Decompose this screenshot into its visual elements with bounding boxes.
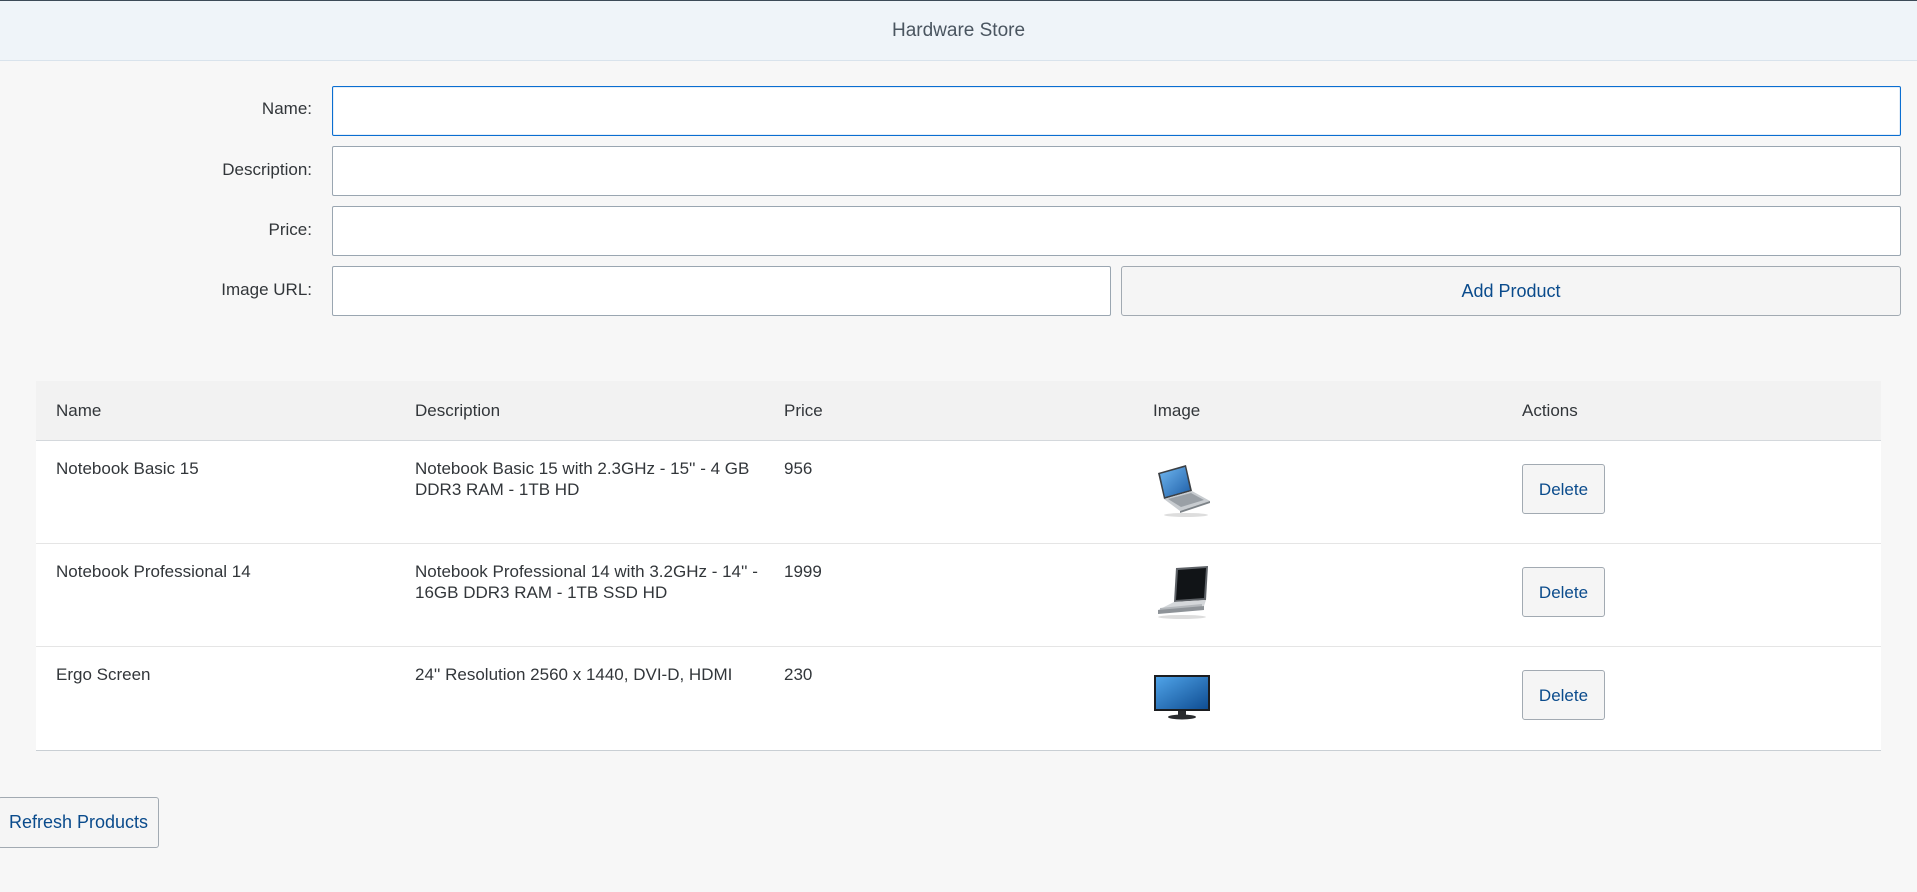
table-row: Notebook Professional 14 Notebook Profes… xyxy=(36,544,1881,647)
refresh-products-button[interactable]: Refresh Products xyxy=(0,797,159,848)
laptop-silver-icon xyxy=(1152,564,1212,620)
column-header-image: Image xyxy=(1153,401,1201,420)
page-title: Hardware Store xyxy=(891,19,1026,41)
product-price: 956 xyxy=(784,459,813,478)
monitor-icon xyxy=(1152,667,1212,723)
table-row: Notebook Basic 15 Notebook Basic 15 with… xyxy=(36,441,1881,544)
column-header-description: Description xyxy=(415,401,501,420)
price-input[interactable] xyxy=(332,206,1901,256)
laptop-open-icon xyxy=(1152,461,1212,517)
image-url-label: Image URL: xyxy=(221,280,312,299)
product-price: 230 xyxy=(784,665,813,684)
table-row: Ergo Screen 24'' Resolution 2560 x 1440,… xyxy=(36,647,1881,750)
product-name: Notebook Professional 14 xyxy=(56,562,251,581)
column-header-name: Name xyxy=(56,401,102,420)
product-name: Notebook Basic 15 xyxy=(56,459,199,478)
app-header: Hardware Store xyxy=(0,0,1917,61)
name-label: Name: xyxy=(261,99,312,118)
price-label: Price: xyxy=(268,220,312,239)
column-header-price: Price xyxy=(784,401,823,420)
products-table: Name Description Price Image Actions Not… xyxy=(36,381,1881,751)
column-header-actions: Actions xyxy=(1522,401,1578,420)
delete-button[interactable]: Delete xyxy=(1522,464,1605,514)
description-input[interactable] xyxy=(332,146,1901,196)
product-description: Notebook Basic 15 with 2.3GHz - 15'' - 4… xyxy=(415,459,750,499)
product-price: 1999 xyxy=(784,562,822,581)
table-header: Name Description Price Image Actions xyxy=(36,381,1881,441)
name-input[interactable] xyxy=(332,86,1901,136)
delete-button[interactable]: Delete xyxy=(1522,670,1605,720)
add-product-button[interactable]: Add Product xyxy=(1121,266,1901,316)
image-url-input[interactable] xyxy=(332,266,1111,316)
product-description: Notebook Professional 14 with 3.2GHz - 1… xyxy=(415,562,758,602)
product-description: 24'' Resolution 2560 x 1440, DVI-D, HDMI xyxy=(415,665,733,684)
delete-button[interactable]: Delete xyxy=(1522,567,1605,617)
product-name: Ergo Screen xyxy=(56,665,151,684)
description-label: Description: xyxy=(222,160,312,179)
